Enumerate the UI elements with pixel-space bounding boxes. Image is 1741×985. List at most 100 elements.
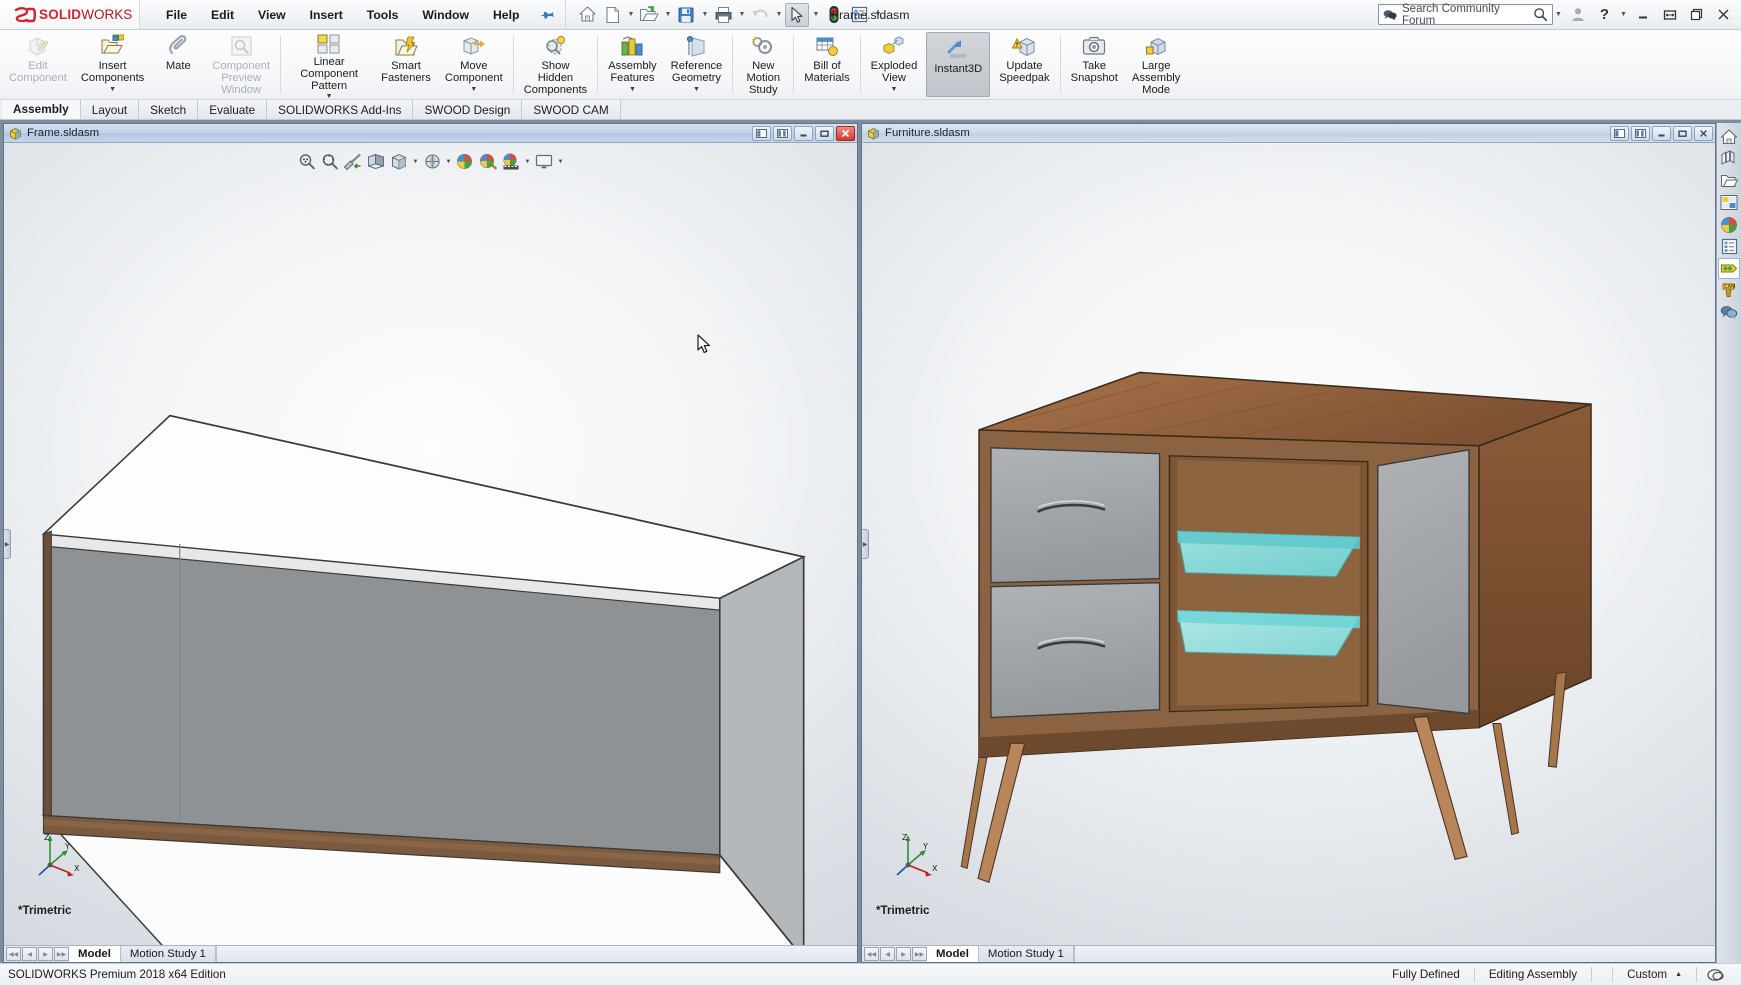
menu-insert[interactable]: Insert: [298, 3, 355, 27]
document-window-title-bar[interactable]: Frame.sldasm: [4, 124, 857, 143]
ribbon-bill-of-materials[interactable]: Bill of Materials: [797, 30, 856, 99]
graphics-viewport-frame[interactable]: ▶: [4, 143, 857, 945]
tab-swood-cam[interactable]: SWOOD CAM: [522, 100, 620, 119]
next-tab-button[interactable]: ▶: [896, 947, 911, 961]
ribbon-take-snapshot[interactable]: Take Snapshot: [1064, 30, 1125, 99]
menu-window[interactable]: Window: [410, 3, 481, 27]
swood-design-icon[interactable]: [1718, 258, 1740, 279]
first-tab-button[interactable]: ◀◀: [864, 947, 879, 961]
search-icon[interactable]: [1533, 7, 1548, 22]
previous-view-icon[interactable]: [342, 151, 364, 172]
user-account-icon[interactable]: [1564, 2, 1591, 28]
display-style-icon[interactable]: [421, 151, 443, 172]
view-settings-icon[interactable]: [533, 151, 555, 172]
menu-tools[interactable]: Tools: [355, 3, 411, 27]
tab-evaluate[interactable]: Evaluate: [198, 100, 267, 119]
restore-button[interactable]: [1673, 126, 1692, 141]
menu-edit[interactable]: Edit: [199, 3, 246, 27]
edit-appearance-icon[interactable]: [477, 151, 499, 172]
minimize-button[interactable]: [794, 126, 813, 141]
tab-assembly[interactable]: Assembly: [2, 100, 81, 119]
bottom-tab-motion-study[interactable]: Motion Study 1: [979, 946, 1074, 962]
ribbon-mate[interactable]: Mate: [151, 30, 205, 99]
view-orientation-dropdown-icon[interactable]: ▼: [411, 151, 420, 172]
status-units[interactable]: Custom ▲: [1612, 967, 1696, 982]
menu-view[interactable]: View: [246, 3, 298, 27]
chevron-down-icon[interactable]: ▼: [109, 86, 116, 93]
tile-right-button[interactable]: [1631, 126, 1650, 141]
bottom-tab-motion-study[interactable]: Motion Study 1: [121, 946, 216, 962]
help-icon[interactable]: ?: [1591, 2, 1618, 28]
tab-sketch[interactable]: Sketch: [139, 100, 198, 119]
open-file-dropdown-icon[interactable]: ▼: [662, 3, 673, 27]
menu-file[interactable]: File: [154, 3, 199, 27]
rebuild-icon[interactable]: [822, 3, 846, 27]
apply-scene-dropdown-icon[interactable]: ▼: [523, 151, 532, 172]
chevron-down-icon[interactable]: ▼: [470, 86, 477, 93]
view-palette-icon[interactable]: [1718, 192, 1740, 213]
options-dropdown-icon[interactable]: ▼: [872, 3, 883, 27]
select-cursor-icon[interactable]: [785, 3, 809, 27]
solidworks-resources-icon[interactable]: [1718, 126, 1740, 147]
zoom-to-fit-icon[interactable]: [296, 151, 318, 172]
ribbon-move-component[interactable]: Move Component ▼: [438, 30, 510, 99]
design-library-icon[interactable]: [1718, 148, 1740, 169]
save-dropdown-icon[interactable]: ▼: [699, 3, 710, 27]
ribbon-linear-component-pattern[interactable]: Linear Component Pattern ▼: [284, 30, 374, 99]
solidworks-forum-icon[interactable]: [1718, 302, 1740, 323]
print-dropdown-icon[interactable]: ▼: [736, 3, 747, 27]
first-tab-button[interactable]: ◀◀: [6, 947, 21, 961]
custom-properties-icon[interactable]: [1718, 236, 1740, 257]
close-button[interactable]: [836, 126, 855, 141]
chevron-down-icon[interactable]: ▼: [693, 86, 700, 93]
ribbon-exploded-view[interactable]: Exploded View ▼: [864, 30, 925, 99]
save-icon[interactable]: [674, 3, 698, 27]
select-dropdown-icon[interactable]: ▼: [810, 3, 821, 27]
ribbon-new-motion-study[interactable]: New Motion Study: [736, 30, 790, 99]
ribbon-smart-fasteners[interactable]: Smart Fasteners: [374, 30, 438, 99]
furniture-assembly-3d-model[interactable]: [862, 143, 1715, 945]
menu-help[interactable]: Help: [481, 3, 531, 27]
ribbon-component-preview-window[interactable]: Component Preview Window: [205, 30, 277, 99]
last-tab-button[interactable]: ▶▶: [54, 947, 69, 961]
help-dropdown-icon[interactable]: ▼: [1618, 3, 1629, 27]
ribbon-update-speedpak[interactable]: Update Speedpak: [992, 30, 1056, 99]
file-explorer-icon[interactable]: [1718, 170, 1740, 191]
view-settings-dropdown-icon[interactable]: ▼: [556, 151, 565, 172]
ribbon-instant3d[interactable]: Instant3D: [926, 32, 990, 97]
ribbon-show-hidden-components[interactable]: Show Hidden Components: [517, 30, 594, 99]
undo-icon[interactable]: [748, 3, 772, 27]
feature-tree-collapse-handle[interactable]: ▶: [862, 529, 869, 559]
home-icon[interactable]: [575, 3, 599, 27]
next-tab-button[interactable]: ▶: [38, 947, 53, 961]
ribbon-large-assembly-mode[interactable]: Large Assembly Mode: [1125, 30, 1188, 99]
ribbon-assembly-features[interactable]: Assembly Features ▼: [601, 30, 664, 99]
display-style-dropdown-icon[interactable]: ▼: [444, 151, 453, 172]
ribbon-reference-geometry[interactable]: Reference Geometry ▼: [664, 30, 730, 99]
chevron-down-icon[interactable]: ▼: [891, 86, 898, 93]
minimize-button[interactable]: [1652, 126, 1671, 141]
close-button[interactable]: [1694, 126, 1713, 141]
pushpin-icon[interactable]: [539, 5, 559, 25]
appearances-scenes-decals-icon[interactable]: [1718, 214, 1740, 235]
feature-tree-collapse-handle[interactable]: ▶: [4, 529, 11, 559]
ribbon-insert-components[interactable]: Insert Components ▼: [74, 30, 151, 99]
new-document-dropdown-icon[interactable]: ▼: [625, 3, 636, 27]
solidworks-logo[interactable]: SOLIDWORKS: [0, 0, 140, 29]
close-button[interactable]: [1710, 2, 1737, 28]
view-orientation-icon[interactable]: [388, 151, 410, 172]
tile-left-button[interactable]: [1610, 126, 1629, 141]
restore-down-button[interactable]: [1656, 2, 1683, 28]
swood-cam-icon[interactable]: CAM: [1718, 280, 1740, 301]
prev-tab-button[interactable]: ◀: [22, 947, 37, 961]
search-dropdown-icon[interactable]: ▼: [1553, 3, 1564, 27]
bottom-tab-model[interactable]: Model: [69, 946, 121, 962]
print-icon[interactable]: [711, 3, 735, 27]
chevron-down-icon[interactable]: ▼: [629, 86, 636, 93]
section-view-icon[interactable]: [365, 151, 387, 172]
bottom-tab-model[interactable]: Model: [927, 946, 979, 962]
ribbon-edit-component[interactable]: Edit Component: [2, 30, 74, 99]
document-window-title-bar[interactable]: Furniture.sldasm: [862, 124, 1715, 143]
frame-assembly-3d-model[interactable]: [4, 143, 857, 945]
tile-left-button[interactable]: [752, 126, 771, 141]
